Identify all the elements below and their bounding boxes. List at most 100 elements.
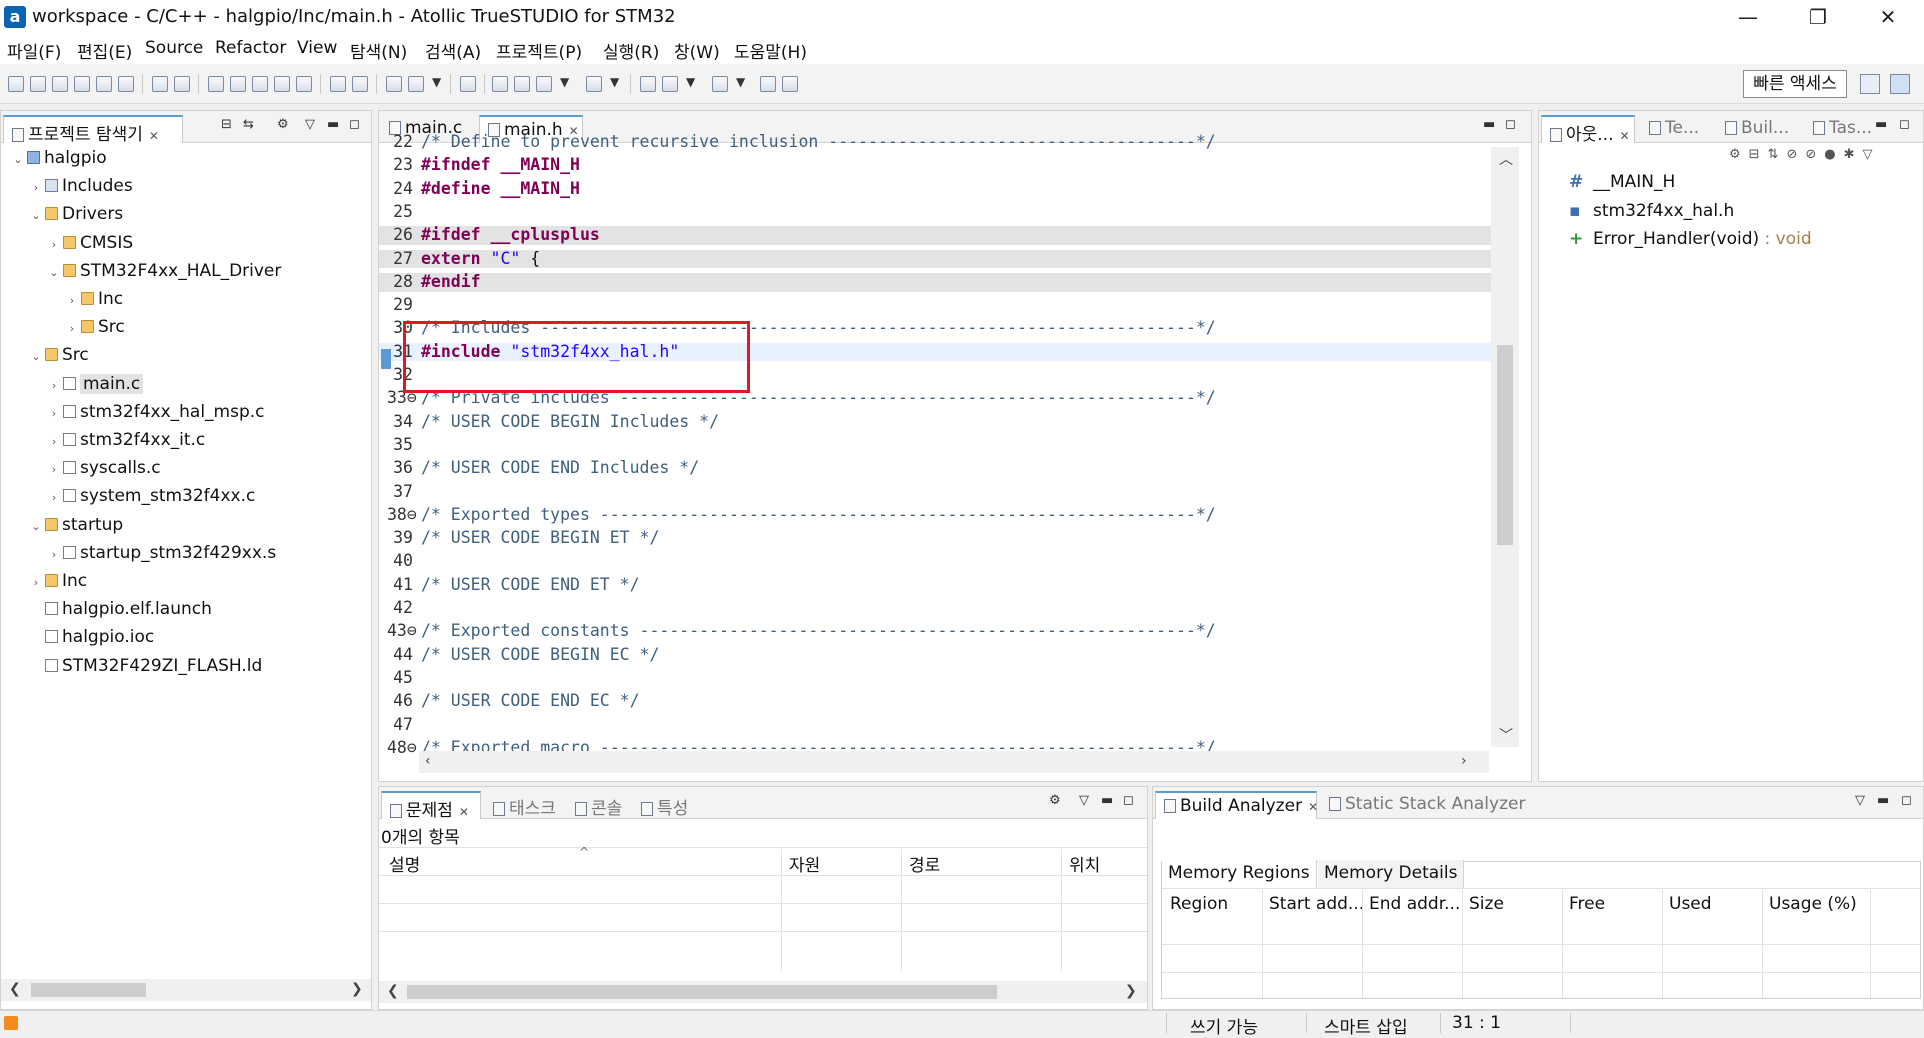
new-class-icon[interactable] (96, 76, 112, 92)
chevron-down-icon[interactable]: ▼ (560, 75, 569, 89)
build-icon[interactable] (208, 76, 224, 92)
forward-icon[interactable] (586, 76, 602, 92)
col-resource[interactable]: 자원 (789, 851, 820, 876)
tab-problems[interactable]: 문제점 ✕ (381, 791, 481, 821)
tree-item[interactable]: › system_stm32f4xx.c (47, 485, 256, 509)
code-line[interactable]: 28 #endif (379, 272, 1499, 292)
chevron-right-icon[interactable]: › (65, 317, 79, 340)
export-icon[interactable] (782, 76, 798, 92)
code-line[interactable]: 39 /* USER CODE BEGIN ET */ (379, 528, 1499, 548)
tab-console[interactable]: 콘솔 (567, 791, 630, 819)
tree-item[interactable]: halgpio.ioc (29, 626, 154, 649)
minimize-view-icon[interactable]: ▬ (1101, 793, 1113, 808)
tree-item[interactable]: › Includes (29, 175, 133, 198)
outline-item[interactable]: + Error_Handler(void) : void (1569, 228, 1812, 251)
col-used[interactable]: Used (1669, 894, 1712, 914)
terminal-icon[interactable] (460, 76, 476, 92)
tab-outline[interactable]: 아웃... ✕ (1541, 115, 1635, 145)
col-end-address[interactable]: End addr... (1369, 894, 1460, 914)
col-size[interactable]: Size (1469, 894, 1504, 914)
scroll-up-icon[interactable]: ︿ (1499, 149, 1513, 169)
close-icon[interactable]: ✕ (149, 129, 159, 143)
menu-view[interactable]: View (297, 38, 337, 58)
maximize-button[interactable]: ❐ (1790, 0, 1846, 34)
clean-icon[interactable] (274, 76, 290, 92)
chevron-right-icon[interactable]: › (47, 430, 61, 453)
code-line[interactable]: 35 (379, 435, 1499, 455)
minimize-view-icon[interactable]: ▬ (327, 117, 339, 132)
menu-source[interactable]: Source (145, 38, 203, 58)
filter-icon[interactable]: ⚙ (1049, 793, 1061, 808)
tree-item[interactable]: halgpio.elf.launch (29, 598, 212, 621)
chevron-down-icon[interactable]: ⌄ (29, 204, 43, 227)
bug-icon[interactable] (352, 76, 368, 92)
chevron-right-icon[interactable]: › (47, 233, 61, 256)
tree-item[interactable]: › Inc (65, 288, 123, 311)
view-menu-icon[interactable]: ▽ (1855, 793, 1865, 808)
new-icon[interactable] (8, 76, 24, 92)
tab-tasks[interactable]: Tas... (1805, 115, 1880, 143)
debug-icon[interactable] (330, 76, 346, 92)
prev-annotation-icon[interactable] (514, 76, 530, 92)
scroll-down-icon[interactable]: ﹀ (1499, 725, 1513, 745)
run-tool-icon[interactable] (408, 76, 424, 92)
tab-tasks-bottom[interactable]: 태스크 (485, 791, 564, 819)
quick-access-field[interactable]: 빠른 액세스 (1743, 70, 1847, 98)
code-line[interactable]: 44 /* USER CODE BEGIN EC */ (379, 645, 1499, 665)
mark-occurrences-icon[interactable] (492, 76, 508, 92)
menu-search[interactable]: 검색(A) (425, 38, 481, 63)
chevron-right-icon[interactable]: › (47, 402, 61, 425)
code-line[interactable]: 40 (379, 552, 1499, 571)
tree-item[interactable]: › Src (65, 316, 125, 339)
minimize-view-icon[interactable]: ▬ (1483, 117, 1495, 132)
import-icon[interactable] (118, 76, 134, 92)
editor-vscroll-thumb[interactable] (1497, 345, 1513, 545)
code-line[interactable]: 23 #ifndef __MAIN_H (379, 155, 1499, 175)
col-usage[interactable]: Usage (%) (1769, 894, 1857, 914)
filter-icon[interactable]: ⚙ (277, 117, 289, 132)
tab-static-stack-analyzer[interactable]: Static Stack Analyzer (1321, 791, 1533, 819)
chevron-right-icon[interactable]: › (47, 486, 61, 509)
new-header-file-icon[interactable] (74, 76, 90, 92)
build-all-icon[interactable] (230, 76, 246, 92)
chevron-right-icon[interactable]: › (47, 374, 61, 397)
outline-item[interactable]: ▪ stm32f4xx_hal.h (1569, 200, 1734, 223)
tree-item[interactable]: ⌄ Src (29, 344, 88, 367)
tab-templates[interactable]: Te... (1641, 115, 1707, 143)
collapse-all-icon[interactable]: ⊟ (221, 117, 232, 132)
tree-item[interactable]: › CMSIS (47, 232, 133, 255)
tree-item[interactable]: › main.c (47, 373, 144, 397)
tree-item[interactable]: ⌄ Drivers (29, 203, 123, 226)
tree-hscrollbar[interactable]: ❮ ❯ (1, 979, 371, 1001)
new-source-file-icon[interactable] (52, 76, 68, 92)
tree-item[interactable]: › stm32f4xx_hal_msp.c (47, 401, 265, 424)
scroll-right-icon[interactable]: › (1461, 753, 1467, 769)
tree-item[interactable]: ⌄ startup (29, 514, 123, 537)
tree-item[interactable]: › stm32f4xx_it.c (47, 429, 205, 452)
maximize-view-icon[interactable]: ◻ (1505, 117, 1516, 132)
col-region[interactable]: Region (1170, 894, 1228, 914)
maximize-view-icon[interactable]: ◻ (1899, 117, 1910, 132)
scroll-right-icon[interactable]: ❯ (1125, 983, 1137, 999)
code-line[interactable]: 37 (379, 482, 1499, 502)
col-description[interactable]: 설명 (389, 851, 420, 876)
close-icon[interactable]: ✕ (1620, 129, 1630, 143)
chevron-right-icon[interactable]: › (29, 176, 43, 199)
menu-project[interactable]: 프로젝트(P) (496, 38, 582, 63)
code-line[interactable]: 42 (379, 598, 1499, 618)
code-line[interactable]: 45 (379, 668, 1499, 688)
tab-project-explorer[interactable]: 프로젝트 탐색기 ✕ (3, 115, 183, 145)
expand-icon[interactable] (760, 76, 776, 92)
build-config-icon[interactable] (296, 76, 312, 92)
menu-edit[interactable]: 편집(E) (77, 38, 132, 63)
code-line[interactable]: 38⊖/* Exported types -------------------… (379, 505, 1499, 525)
save-all-icon[interactable] (174, 76, 190, 92)
chevron-down-icon[interactable]: ▼ (432, 75, 441, 89)
chevron-down-icon[interactable]: ⌄ (11, 148, 25, 171)
col-path[interactable]: 경로 (909, 851, 940, 876)
editor-vscrollbar[interactable]: ︿ ﹀ (1491, 147, 1519, 747)
menu-help[interactable]: 도움말(H) (734, 38, 807, 63)
menu-navigate[interactable]: 탐색(N) (350, 38, 407, 63)
code-line[interactable]: 34 /* USER CODE BEGIN Includes */ (379, 412, 1499, 432)
tree-item[interactable]: ⌄ STM32F4xx_HAL_Driver (47, 260, 281, 283)
